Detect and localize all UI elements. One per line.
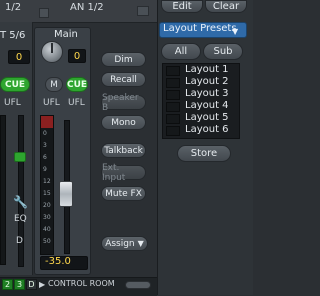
- preset-label-5: Layout 5: [185, 112, 229, 123]
- main-knob-indicator: [51, 43, 53, 53]
- mono-button[interactable]: Mono: [101, 115, 146, 130]
- scale-30: 30: [43, 214, 51, 221]
- wrench-icon[interactable]: 🔧: [13, 195, 28, 209]
- recall-button[interactable]: Recall: [101, 72, 146, 87]
- all-button[interactable]: All: [161, 43, 201, 60]
- partial-d-label[interactable]: D: [16, 236, 23, 246]
- assign-dropdown-icon: ▼: [137, 239, 144, 248]
- main-cue-button[interactable]: CUE: [66, 77, 88, 92]
- partial-fader-thumb[interactable]: [14, 152, 26, 162]
- partial-value-box[interactable]: 0: [8, 50, 30, 64]
- preset-label-1: Layout 1: [185, 64, 229, 75]
- preset-row-6[interactable]: Layout 6: [166, 124, 232, 137]
- partial-eq-label[interactable]: EQ: [14, 214, 27, 224]
- top-right-label: AN 1/2: [70, 2, 104, 13]
- edit-button[interactable]: Edit: [161, 0, 203, 13]
- scale-6: 6: [43, 154, 47, 161]
- preset-label-2: Layout 2: [185, 76, 229, 87]
- scale-0: 0: [43, 130, 47, 137]
- partial-channel-label: T 5/6: [0, 30, 26, 41]
- store-button[interactable]: Store: [177, 145, 231, 162]
- partial-ufl-label: UFL: [4, 98, 21, 108]
- preset-led-6: [166, 126, 180, 136]
- layout-presets-title: Layout Presets: [163, 23, 237, 34]
- preset-led-5: [166, 114, 180, 124]
- clear-button[interactable]: Clear: [205, 0, 247, 13]
- sub-button[interactable]: Sub: [203, 43, 243, 60]
- scale-9: 9: [43, 166, 47, 173]
- preset-label-4: Layout 4: [185, 100, 229, 111]
- main-fader-cap[interactable]: [59, 181, 73, 208]
- top-icon: [39, 8, 49, 18]
- top-left-label: 1/2: [5, 2, 22, 13]
- control-room-label: CONTROL ROOM: [48, 279, 115, 288]
- layout-presets-dropdown-icon[interactable]: ▼: [232, 27, 238, 36]
- scale-20: 20: [43, 202, 51, 209]
- scale-12: 12: [43, 178, 51, 185]
- main-m-button[interactable]: M: [45, 77, 63, 92]
- preset-led-4: [166, 102, 180, 112]
- mute-fx-button[interactable]: Mute FX: [101, 186, 146, 201]
- partial-meter: [0, 115, 6, 265]
- scale-40: 40: [43, 226, 51, 233]
- bottom-btn-3[interactable]: 3: [14, 279, 25, 290]
- main-ufl-label-right: UFL: [68, 98, 85, 108]
- scale-3: 3: [43, 142, 47, 149]
- scale-50: 50: [43, 238, 51, 245]
- bottom-btn-d[interactable]: D: [26, 279, 37, 290]
- bottom-btn-2[interactable]: 2: [2, 279, 13, 290]
- main-channel-title: Main: [54, 29, 78, 40]
- preset-led-2: [166, 78, 180, 88]
- speaker-b-button[interactable]: Speaker B: [101, 93, 146, 113]
- bottom-scrollbar[interactable]: [125, 281, 151, 289]
- scale-15: 15: [43, 190, 51, 197]
- top-right-icon[interactable]: [137, 6, 149, 16]
- main-meter-scale: 0 3 6 9 12 15 20 30 40 50: [43, 128, 51, 252]
- bottom-triangle-icon[interactable]: ▶: [39, 280, 45, 289]
- preset-label-6: Layout 6: [185, 124, 229, 135]
- partial-cue-button[interactable]: CUE: [0, 77, 30, 92]
- preset-label-3: Layout 3: [185, 88, 229, 99]
- main-gain-readout: -35.0: [45, 256, 71, 267]
- talkback-button[interactable]: Talkback: [101, 143, 146, 158]
- assign-button[interactable]: Assign ▼: [101, 236, 148, 251]
- ext-input-button[interactable]: Ext. Input: [101, 163, 146, 183]
- dim-button[interactable]: Dim: [101, 52, 146, 67]
- main-value-box[interactable]: 0: [68, 49, 86, 63]
- main-meter-clip: [41, 116, 53, 128]
- main-ufl-label-left: UFL: [43, 98, 60, 108]
- preset-led-3: [166, 90, 180, 100]
- preset-led-1: [166, 66, 180, 76]
- assign-label: Assign: [105, 238, 135, 249]
